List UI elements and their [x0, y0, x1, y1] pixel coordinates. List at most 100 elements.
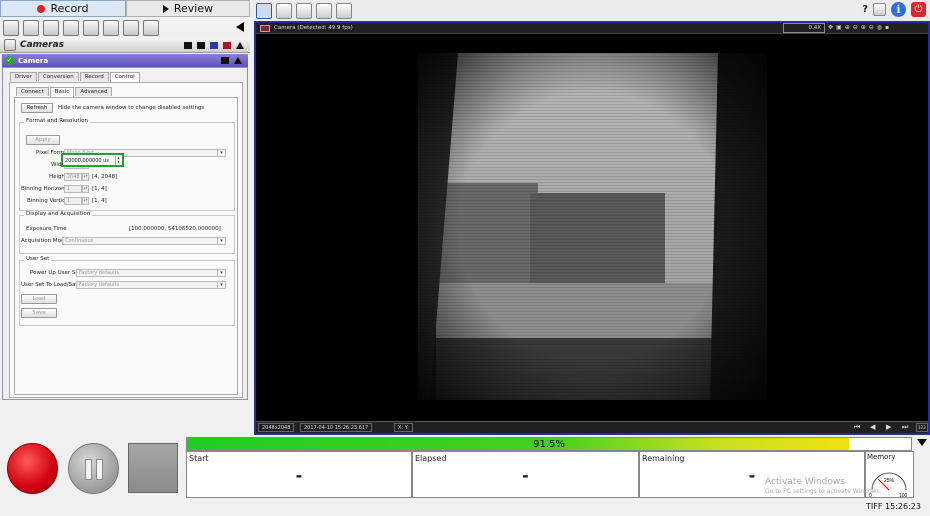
speed-icon[interactable] — [316, 2, 332, 19]
camera-title: Camera — [18, 56, 49, 65]
camera-grid-icon[interactable] — [143, 20, 159, 36]
left-toolbar — [0, 18, 250, 38]
review-tab[interactable]: Review — [126, 0, 250, 17]
height-range: [4, 2048] — [92, 174, 118, 180]
userset-group-title: User Set — [24, 256, 52, 262]
elapsed-panel: Elapsed - — [412, 451, 639, 498]
tab-advanced[interactable]: Advanced — [75, 87, 113, 96]
first-frame-icon[interactable]: ⏮ — [854, 423, 860, 432]
camera-icon[interactable] — [103, 20, 119, 36]
activate-windows-title: Activate Windows — [765, 477, 845, 487]
camera-view-icon[interactable] — [256, 2, 272, 19]
camera-add-icon[interactable] — [123, 20, 139, 36]
status-timestamp: 2017-04-10 15:26:23.617 — [300, 423, 373, 432]
viewer-titlebar: Camera (Detected: 49.9 fps) 0.4X ✥▣⊕⊖⊕⊖◍… — [256, 23, 928, 34]
tab-control[interactable]: Control — [109, 72, 140, 82]
camera-settings-icon[interactable] — [3, 20, 19, 36]
binning-horizontal-input[interactable]: 1 ▴▾ — [64, 185, 89, 193]
hide-hint: Hide the camera window to change disable… — [58, 105, 205, 111]
checkmark-icon: ✓ — [5, 56, 14, 65]
annotate-icon[interactable] — [296, 2, 312, 19]
record-button[interactable] — [7, 443, 58, 494]
camera-panel: Driver Conversion Record Control Connect… — [2, 67, 248, 400]
aperture-icon[interactable] — [336, 2, 352, 19]
layout-icon[interactable] — [63, 20, 79, 36]
frame-rate-badge: 123 — [916, 423, 928, 432]
previous-frame-icon[interactable]: ◀ — [870, 423, 875, 431]
start-value: - — [295, 466, 303, 485]
pause-bar-icon — [85, 459, 92, 480]
chevron-down-icon: ▾ — [217, 282, 225, 289]
move-up-icon[interactable] — [236, 41, 244, 49]
userset-group: User Set Power Up User Set Factory defau… — [19, 256, 235, 326]
collapse-icon[interactable] — [234, 57, 242, 64]
exposure-spinner-icon[interactable]: ▴ ▾ — [115, 156, 121, 165]
monitor-alt-icon[interactable] — [197, 41, 205, 49]
memory-percent: 25% — [884, 478, 895, 484]
tab-conversion[interactable]: Conversion — [37, 72, 79, 81]
pause-bar-icon — [96, 459, 103, 480]
tab-record[interactable]: Record — [79, 72, 109, 81]
user-set-load-save-label: User Set To Load/Save — [21, 282, 83, 288]
monitor-icon[interactable] — [221, 57, 229, 64]
height-spinner-icon[interactable]: ▴▾ — [82, 173, 89, 181]
load-button[interactable]: Load — [21, 294, 57, 304]
dropdown-arrow-icon[interactable] — [917, 439, 927, 446]
user-set-load-save-select[interactable]: Factory defaults ▾ — [76, 281, 226, 289]
format-group-title: Format and Resolution — [24, 118, 90, 124]
power-up-user-set-value: Factory defaults — [79, 270, 120, 276]
power-icon[interactable]: ⏻ — [911, 2, 926, 17]
zoom-level[interactable]: 0.4X — [783, 23, 825, 33]
play-icon — [162, 4, 169, 13]
tools-icon[interactable] — [276, 2, 292, 19]
info-icon[interactable]: i — [891, 2, 906, 17]
exposure-time-input[interactable]: 20000.000000 us — [65, 157, 115, 165]
tab-connect[interactable]: Connect — [16, 87, 49, 96]
monitor-icon[interactable] — [184, 41, 192, 49]
close-icon[interactable] — [223, 41, 231, 49]
binning-horizontal-spinner-icon[interactable]: ▴▾ — [82, 185, 89, 193]
stop-button[interactable] — [128, 443, 178, 493]
acquisition-mode-value: Continuous — [65, 238, 94, 244]
binning-vertical-input[interactable]: 1 ▴▾ — [64, 197, 89, 205]
start-panel: Start - — [186, 451, 412, 498]
monitor-icon[interactable] — [23, 20, 39, 36]
save-button[interactable]: Save — [21, 308, 57, 318]
camera-header[interactable]: ✓ Camera — [2, 54, 248, 67]
status-coordinates: X: Y: — [394, 423, 413, 432]
media-icon[interactable] — [873, 3, 886, 16]
height-input[interactable]: 2048 ▴▾ — [64, 173, 89, 181]
control-pane: Connect Basic Advanced Refresh Hide the … — [9, 82, 243, 398]
refresh-button[interactable]: Refresh — [21, 103, 53, 113]
last-frame-icon[interactable]: ⏭ — [902, 423, 908, 432]
multi-camera-icon[interactable] — [83, 20, 99, 36]
binning-horizontal-value: 1 — [67, 186, 71, 192]
list-icon[interactable] — [210, 41, 218, 49]
help-question-icon[interactable]: ? — [862, 4, 868, 15]
viewer-zoom-tools[interactable]: ✥▣⊕⊖⊕⊖◍▪ — [828, 24, 924, 33]
collapse-panel-icon[interactable] — [236, 22, 244, 32]
display-group: Display and Acquisition Exposure Time [1… — [19, 211, 235, 254]
network-icon[interactable] — [43, 20, 59, 36]
camera-window-icon — [260, 25, 270, 32]
exposure-time-field[interactable]: 20000.000000 us ▴ ▾ — [61, 153, 124, 167]
tab-driver[interactable]: Driver — [10, 72, 37, 81]
pause-button[interactable] — [68, 443, 119, 494]
record-dot-icon — [37, 4, 46, 13]
acquisition-mode-select[interactable]: Continuous ▾ — [62, 237, 226, 245]
basic-pane: Refresh Hide the camera window to change… — [14, 97, 238, 395]
buffer-progress-bar: 91.5% — [186, 437, 912, 451]
progress-label: 91.5% — [533, 439, 565, 450]
camera-frame-image — [418, 53, 767, 400]
remaining-label: Remaining — [642, 454, 685, 463]
power-up-user-set-select[interactable]: Factory defaults ▾ — [76, 269, 226, 277]
power-up-user-set-label: Power Up User Set — [30, 270, 81, 276]
binning-horizontal-range: [1, 4] — [92, 186, 107, 192]
memory-label: Memory — [867, 453, 896, 461]
next-frame-icon[interactable]: ▶ — [886, 423, 891, 431]
record-tab[interactable]: Record — [0, 0, 126, 17]
apply-button[interactable]: Apply — [26, 135, 60, 145]
binning-vertical-spinner-icon[interactable]: ▴▾ — [82, 197, 89, 205]
camera-image[interactable] — [418, 53, 767, 400]
tab-basic[interactable]: Basic — [49, 87, 75, 97]
